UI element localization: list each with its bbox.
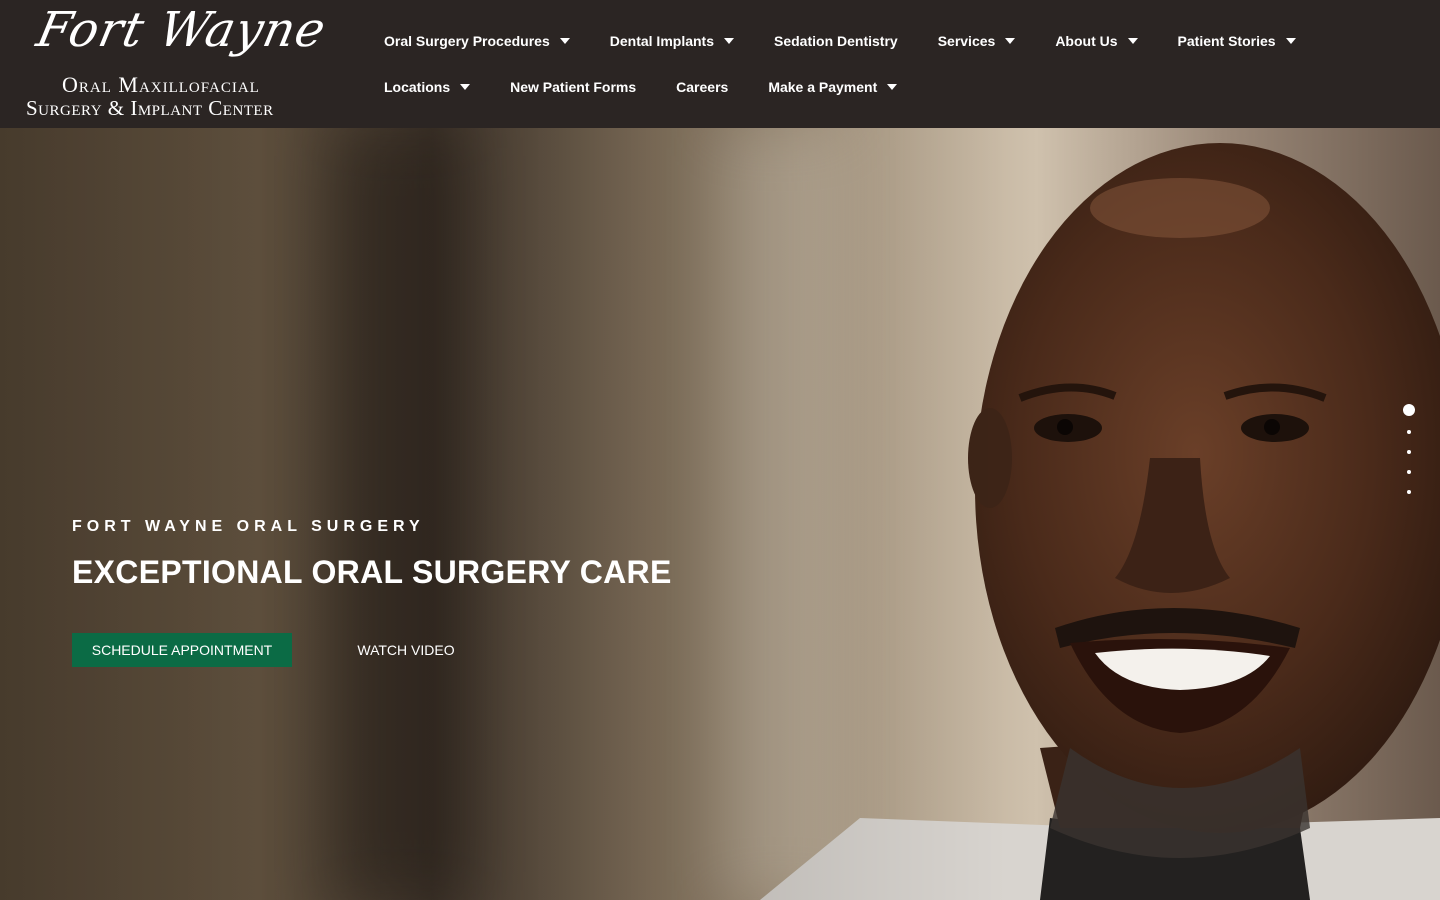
hero-overlay bbox=[0, 128, 1440, 900]
slide-dot-3[interactable] bbox=[1407, 450, 1411, 454]
hero-kicker: FORT WAYNE ORAL SURGERY bbox=[72, 518, 425, 535]
nav-item-careers[interactable]: Careers bbox=[676, 79, 728, 95]
caret-down-icon bbox=[724, 38, 734, 44]
caret-down-icon bbox=[1285, 38, 1296, 44]
slide-dot-1[interactable] bbox=[1403, 404, 1415, 416]
nav-item-about-us[interactable]: About Us bbox=[1055, 33, 1138, 49]
nav-row-2: Locations New Patient Forms Careers Make… bbox=[384, 64, 1384, 110]
site-header: Fort Wayne Oral Maxillofacial Surgery & … bbox=[0, 0, 1440, 128]
slide-dot-5[interactable] bbox=[1407, 490, 1411, 494]
nav-item-new-patient-forms[interactable]: New Patient Forms bbox=[510, 79, 636, 95]
nav-item-label: Services bbox=[937, 33, 996, 49]
nav-item-label: Careers bbox=[676, 79, 729, 95]
caret-down-icon bbox=[1127, 38, 1138, 44]
main-navigation: Oral Surgery Procedures Dental Implants … bbox=[384, 18, 1384, 110]
logo-script-text: Fort Wayne bbox=[32, 2, 332, 58]
logo-line-2: Surgery & Implant Center bbox=[26, 96, 274, 120]
nav-item-label: Patient Stories bbox=[1177, 33, 1276, 49]
nav-item-patient-stories[interactable]: Patient Stories bbox=[1178, 33, 1296, 49]
nav-item-label: Make a Payment bbox=[768, 79, 878, 95]
slider-pagination bbox=[1400, 404, 1418, 510]
nav-item-make-a-payment[interactable]: Make a Payment bbox=[768, 79, 898, 95]
nav-item-label: Locations bbox=[384, 79, 451, 95]
nav-item-label: New Patient Forms bbox=[510, 79, 637, 95]
nav-item-dental-implants[interactable]: Dental Implants bbox=[610, 33, 734, 49]
hero-slider: FORT WAYNE ORAL SURGERY EXCEPTIONAL ORAL… bbox=[0, 128, 1440, 900]
nav-item-services[interactable]: Services bbox=[938, 33, 1016, 49]
site-logo[interactable]: Fort Wayne Oral Maxillofacial Surgery & … bbox=[24, 2, 334, 120]
caret-down-icon bbox=[1005, 38, 1016, 44]
caret-down-icon bbox=[559, 38, 570, 44]
nav-item-label: Dental Implants bbox=[609, 33, 714, 49]
nav-item-label: Sedation Dentistry bbox=[774, 33, 898, 49]
hero-title: EXCEPTIONAL ORAL SURGERY CARE bbox=[72, 554, 672, 590]
logo-line-1: Oral Maxillofacial bbox=[62, 72, 260, 97]
nav-item-label: About Us bbox=[1055, 33, 1118, 49]
slide-dot-2[interactable] bbox=[1407, 430, 1411, 434]
nav-item-sedation-dentistry[interactable]: Sedation Dentistry bbox=[774, 33, 898, 49]
nav-item-label: Oral Surgery Procedures bbox=[384, 33, 550, 49]
watch-video-button[interactable]: WATCH VIDEO bbox=[340, 633, 472, 667]
schedule-appointment-button[interactable]: SCHEDULE APPOINTMENT bbox=[72, 633, 292, 667]
caret-down-icon bbox=[460, 84, 471, 90]
nav-item-oral-surgery-procedures[interactable]: Oral Surgery Procedures bbox=[384, 33, 570, 49]
nav-item-locations[interactable]: Locations bbox=[384, 79, 471, 95]
caret-down-icon bbox=[887, 84, 898, 90]
slide-dot-4[interactable] bbox=[1407, 470, 1411, 474]
nav-row-1: Oral Surgery Procedures Dental Implants … bbox=[384, 18, 1384, 64]
